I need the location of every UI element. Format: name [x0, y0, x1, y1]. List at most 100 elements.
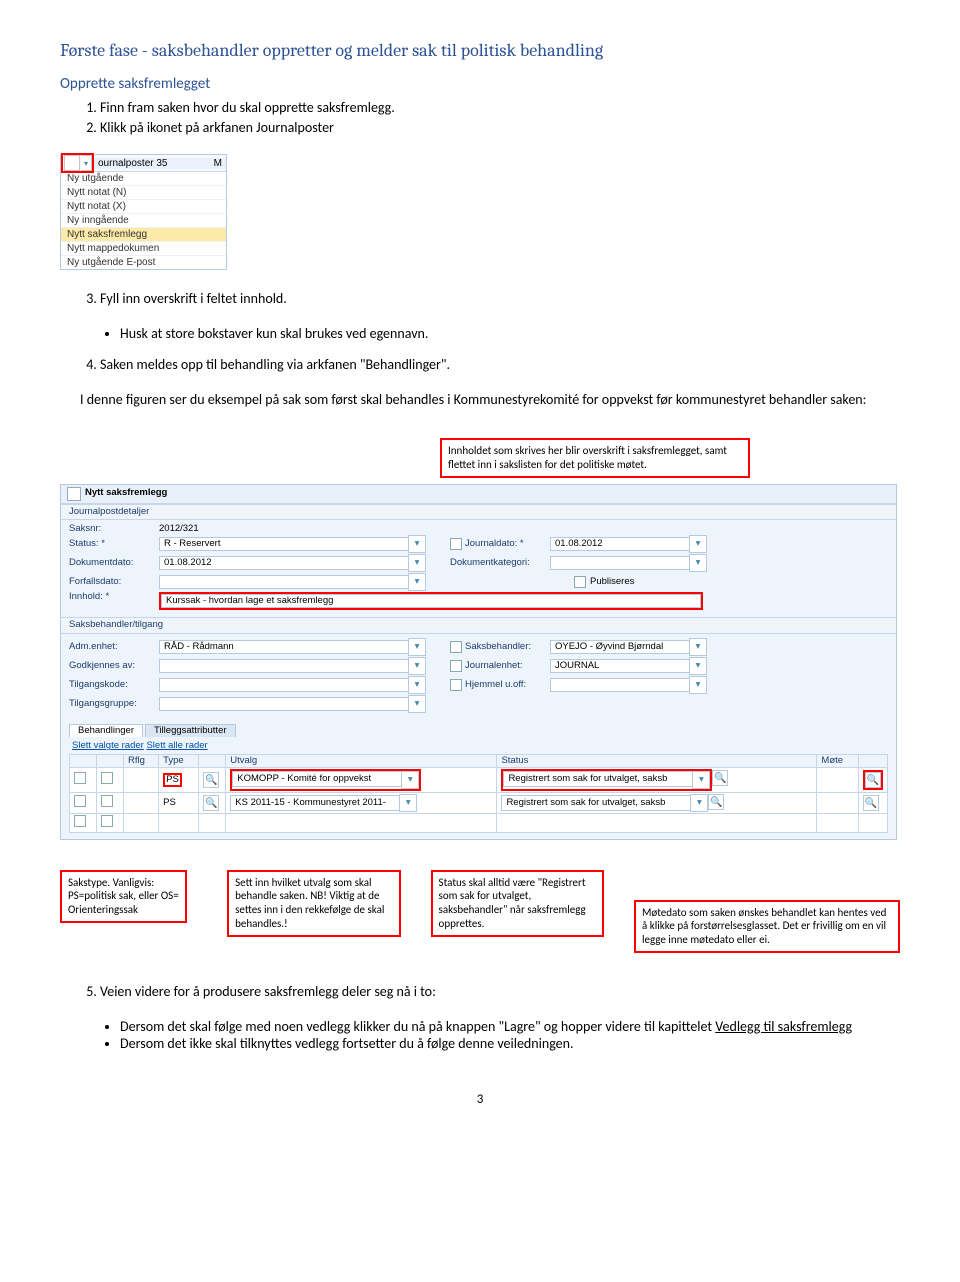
input-journaldato[interactable]: 01.08.2012: [550, 537, 690, 551]
menu-item[interactable]: Nytt mappedokumen: [61, 242, 226, 256]
step-5-bullet-2: Dersom det ikke skal tilknyttes vedlegg …: [120, 1035, 900, 1052]
label-status: Status: *: [69, 539, 159, 549]
input-saksbehandler[interactable]: OYEJO - Øyvind Bjørndal: [550, 640, 690, 654]
col-type: Type: [159, 754, 199, 767]
menu-item-nytt-saksfremlegg[interactable]: Nytt saksfremlegg: [61, 228, 226, 242]
callout-motedato: Møtedato som saken ønskes behandlet kan …: [634, 900, 900, 953]
input-journalenhet[interactable]: JOURNAL: [550, 659, 690, 673]
table-row: PS 🔍 KOMOPP - Komité for oppvekst▾ Regis…: [70, 768, 888, 793]
tab-bar: Behandlinger Tilleggsattributter: [61, 720, 896, 737]
search-icon[interactable]: 🔍: [712, 770, 728, 786]
dropdown-icon[interactable]: ▾: [399, 794, 417, 812]
menu-item[interactable]: Ny utgående: [61, 172, 226, 186]
checkbox[interactable]: [74, 795, 86, 807]
label-tilgangsgruppe: Tilgangsgruppe:: [69, 699, 159, 709]
grid-behandlinger: Rflg Type Utvalg Status Møte PS 🔍 KOMOPP…: [69, 754, 888, 833]
step-2: Klikk på ikonet på arkfanen Journalposte…: [100, 119, 900, 136]
paragraph-intro: I denne figuren ser du eksempel på sak s…: [60, 391, 900, 408]
dropdown-icon[interactable]: ▾: [408, 676, 426, 694]
checkbox[interactable]: [101, 795, 113, 807]
label-hjemmel: Hjemmel u.off:: [465, 680, 526, 690]
cell-utvalg[interactable]: KOMOPP - Komité for oppvekst: [232, 771, 402, 787]
steps-list-4: Veien videre for å produsere saksfremleg…: [60, 983, 900, 1000]
search-icon[interactable]: 🔍: [865, 772, 881, 788]
section-heading: Første fase - saksbehandler oppretter og…: [60, 40, 900, 61]
dropdown-icon[interactable]: ▾: [408, 535, 426, 553]
search-icon[interactable]: 🔍: [203, 772, 219, 788]
calendar-icon[interactable]: ▾: [689, 535, 707, 553]
value-saksnr: 2012/321: [159, 524, 199, 534]
subsection-heading: Opprette saksfremlegget: [60, 75, 900, 93]
step-3-bullet: Husk at store bokstaver kun skal brukes …: [120, 325, 900, 342]
input-tilgangsgruppe[interactable]: [159, 697, 409, 711]
step-3-sub: Husk at store bokstaver kun skal brukes …: [60, 325, 900, 342]
page-number: 3: [60, 1092, 900, 1107]
section-saksbehandler: Saksbehandler/tilgang: [61, 617, 896, 633]
label-tilgangskode: Tilgangskode:: [69, 680, 159, 690]
menu-item[interactable]: Ny utgående E-post: [61, 256, 226, 269]
dropdown-icon[interactable]: ▾: [408, 657, 426, 675]
grid-toolbar: Slett valgte rader Slett alle rader: [69, 739, 888, 753]
checkbox[interactable]: [74, 772, 86, 784]
input-innhold[interactable]: Kurssak - hvordan lage et saksfremlegg: [161, 594, 701, 608]
checkbox[interactable]: [101, 815, 113, 827]
checkbox[interactable]: [74, 815, 86, 827]
dropdown-icon[interactable]: ▾: [689, 657, 707, 675]
search-icon[interactable]: 🔍: [203, 795, 219, 811]
dropdown-icon[interactable]: ▾: [689, 676, 707, 694]
form-title: Nytt saksfremlegg: [85, 488, 167, 498]
label-dokumentkategori: Dokumentkategori:: [450, 558, 550, 568]
checkbox-publiseres[interactable]: [574, 576, 586, 588]
link-slett-valgte[interactable]: Slett valgte rader: [72, 740, 144, 751]
label-forfallsdato: Forfallsdato:: [69, 577, 159, 587]
dropdown-icon[interactable]: ▾: [408, 695, 426, 713]
search-icon[interactable]: 🔍: [708, 794, 724, 810]
link-vedlegg[interactable]: Vedlegg til saksfremlegg: [715, 1018, 852, 1035]
square-icon: [450, 679, 462, 691]
dropdown-icon[interactable]: ▾: [689, 638, 707, 656]
menu-item[interactable]: Nytt notat (X): [61, 200, 226, 214]
label-saksnr: Saksnr:: [69, 524, 159, 534]
cell-status[interactable]: Registrert som sak for utvalget, saksb: [501, 795, 691, 811]
menu-item[interactable]: Ny inngående: [61, 214, 226, 228]
cell-type[interactable]: PS: [163, 797, 176, 808]
cell-status[interactable]: Registrert som sak for utvalget, saksb: [503, 771, 693, 787]
dropdown-icon[interactable]: ▾: [692, 771, 710, 789]
dropdown-icon[interactable]: ▾: [690, 794, 708, 812]
square-icon: [450, 538, 462, 550]
new-icon: [64, 155, 80, 171]
callout-status: Status skal alltid være "Registrert som …: [431, 870, 604, 937]
callouts-row: Sakstype. Vanligvis: PS=politisk sak, el…: [60, 870, 900, 953]
square-icon: [450, 641, 462, 653]
steps-list-1: Finn fram saken hvor du skal opprette sa…: [60, 99, 900, 136]
tab-more-label: M: [214, 158, 222, 169]
tab-behandlinger[interactable]: Behandlinger: [69, 724, 143, 737]
step-1: Finn fram saken hvor du skal opprette sa…: [100, 99, 900, 116]
calendar-icon[interactable]: ▾: [408, 554, 426, 572]
input-dokumentkategori[interactable]: [550, 556, 690, 570]
cell-type[interactable]: PS: [163, 773, 182, 787]
link-slett-alle[interactable]: Slett alle rader: [146, 740, 207, 751]
dropdown-icon[interactable]: ▾: [401, 771, 419, 789]
form-titlebar: Nytt saksfremlegg: [61, 485, 896, 504]
callout-sakstype: Sakstype. Vanligvis: PS=politisk sak, el…: [60, 870, 187, 923]
input-dokumentdato[interactable]: 01.08.2012: [159, 556, 409, 570]
input-forfallsdato[interactable]: [159, 575, 409, 589]
calendar-icon[interactable]: ▾: [408, 573, 426, 591]
input-tilgangskode[interactable]: [159, 678, 409, 692]
label-publiseres: Publiseres: [590, 577, 634, 587]
checkbox[interactable]: [101, 772, 113, 784]
input-hjemmel[interactable]: [550, 678, 690, 692]
steps-list-2: Fyll inn overskrift i feltet innhold.: [60, 290, 900, 307]
menu-item[interactable]: Nytt notat (N): [61, 186, 226, 200]
input-status[interactable]: R - Reservert: [159, 537, 409, 551]
step-5-sub: Dersom det skal følge med noen vedlegg k…: [60, 1018, 900, 1052]
dropdown-icon[interactable]: ▾: [689, 554, 707, 572]
col-rflg: Rflg: [124, 754, 159, 767]
dropdown-icon[interactable]: ▾: [408, 638, 426, 656]
search-icon[interactable]: 🔍: [863, 795, 879, 811]
tab-tilleggsattributter[interactable]: Tilleggsattributter: [145, 724, 236, 737]
input-godkjennes[interactable]: [159, 659, 409, 673]
cell-utvalg[interactable]: KS 2011-15 - Kommunestyret 2011-: [230, 795, 400, 811]
input-admenhet[interactable]: RÅD - Rådmann: [159, 640, 409, 654]
